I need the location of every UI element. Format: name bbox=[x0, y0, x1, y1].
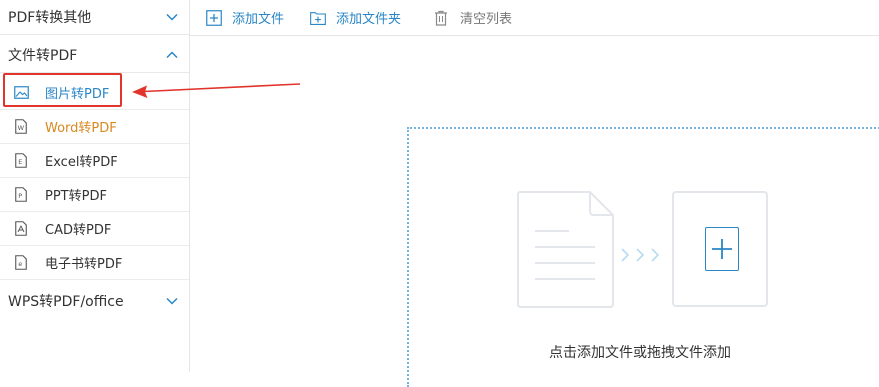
sidebar-item-cad-to-pdf[interactable]: CAD转PDF bbox=[0, 212, 189, 246]
trash-icon bbox=[434, 10, 450, 26]
clear-list-label: 清空列表 bbox=[460, 12, 513, 27]
document-illustration-icon bbox=[517, 191, 614, 308]
add-folder-icon bbox=[310, 10, 326, 26]
add-folder-button[interactable]: 添加文件夹 bbox=[310, 8, 401, 27]
sidebar-item-label: 电子书转PDF bbox=[45, 257, 123, 272]
svg-text:P: P bbox=[18, 192, 22, 200]
chevron-down-icon bbox=[165, 294, 179, 308]
group-label: 文件转PDF bbox=[8, 48, 78, 64]
plus-icon bbox=[705, 227, 739, 271]
svg-text:W: W bbox=[18, 124, 25, 132]
clear-list-button[interactable]: 清空列表 bbox=[434, 8, 512, 27]
sidebar: PDF转换其他 文件转PDF 图片转PDF W Word转PDF E Excel… bbox=[0, 0, 190, 372]
add-file-tile[interactable] bbox=[672, 191, 768, 307]
sidebar-item-label: Excel转PDF bbox=[45, 155, 118, 170]
chevron-down-icon bbox=[165, 10, 179, 24]
excel-file-icon: E bbox=[13, 153, 29, 169]
group-file-to-pdf[interactable]: 文件转PDF bbox=[0, 38, 189, 73]
ppt-file-icon: P bbox=[13, 187, 29, 203]
svg-text:E: E bbox=[18, 158, 22, 166]
group-wps-to-pdf-office[interactable]: WPS转PDF/office bbox=[0, 283, 189, 318]
sidebar-item-excel-to-pdf[interactable]: E Excel转PDF bbox=[0, 144, 189, 178]
sidebar-item-ppt-to-pdf[interactable]: P PPT转PDF bbox=[0, 178, 189, 212]
sidebar-item-ebook-to-pdf[interactable]: e 电子书转PDF bbox=[0, 246, 189, 280]
add-folder-label: 添加文件夹 bbox=[336, 12, 402, 27]
sidebar-item-word-to-pdf[interactable]: W Word转PDF bbox=[0, 110, 189, 144]
group-pdf-to-other[interactable]: PDF转换其他 bbox=[0, 0, 189, 35]
chevron-up-icon bbox=[165, 48, 179, 62]
annotation-arrow-icon bbox=[132, 83, 301, 98]
cad-file-icon bbox=[13, 221, 29, 237]
ebook-file-icon: e bbox=[13, 255, 29, 271]
sidebar-item-label: CAD转PDF bbox=[45, 223, 112, 238]
group-label: WPS转PDF/office bbox=[8, 293, 124, 310]
group-label: PDF转换其他 bbox=[8, 10, 92, 26]
add-file-icon bbox=[206, 9, 222, 26]
highlight-box bbox=[3, 73, 122, 107]
drop-hint: 点击添加文件或拖拽文件添加 bbox=[549, 345, 731, 361]
toolbar: 添加文件 添加文件夹 清空列表 bbox=[190, 0, 879, 36]
add-file-label: 添加文件 bbox=[232, 12, 285, 27]
svg-text:e: e bbox=[18, 260, 22, 268]
word-file-icon: W bbox=[13, 119, 29, 135]
sidebar-item-label: Word转PDF bbox=[45, 121, 117, 136]
add-file-button[interactable]: 添加文件 bbox=[206, 8, 284, 27]
sidebar-item-label: PPT转PDF bbox=[45, 189, 107, 204]
chevrons-right-icon bbox=[621, 248, 660, 262]
